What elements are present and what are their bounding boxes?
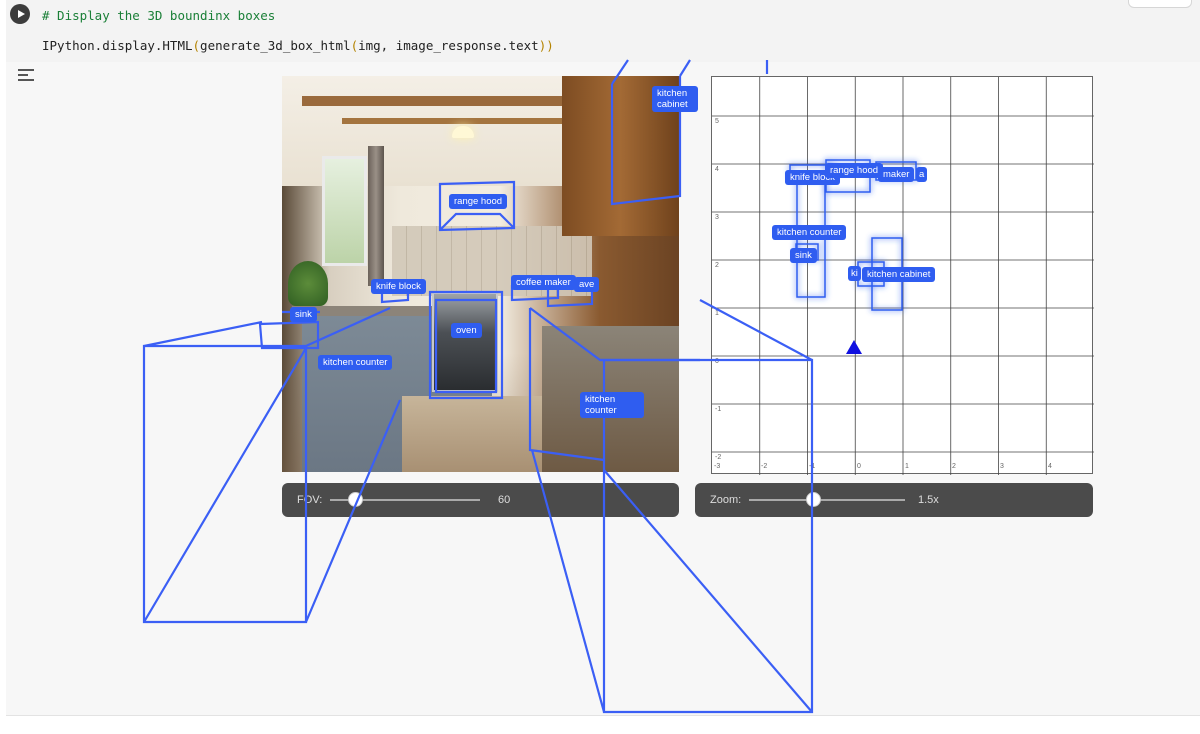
topdown-label-microwave: a (916, 167, 928, 182)
label-microwave: ave (574, 277, 600, 292)
label-knife-block: knife block (371, 279, 426, 294)
y-tick: 2 (715, 262, 719, 269)
label-coffee-maker: coffee maker (511, 275, 576, 290)
topdown-label-sink: sink (790, 248, 817, 263)
code-editor[interactable]: # Display the 3D boundinx boxes IPython.… (6, 0, 1200, 62)
code-paren-close: )) (538, 38, 554, 53)
label-sink: sink (290, 307, 317, 322)
fov-label: FOV: (297, 494, 323, 506)
label-text: kitchen cabinet (657, 88, 688, 110)
code-statement: IPython.display.HTML(generate_3d_box_htm… (42, 38, 554, 53)
y-tick: 1 (715, 310, 719, 317)
label-range-hood: range hood (449, 194, 508, 209)
fov-control-panel: FOV: 60 (282, 483, 679, 517)
zoom-control-panel: Zoom: 1.5x (695, 483, 1093, 517)
y-tick: -2 (715, 454, 722, 461)
y-tick: -1 (715, 406, 722, 413)
fov-slider-thumb[interactable] (348, 492, 363, 507)
zoom-slider-thumb[interactable] (806, 492, 821, 507)
x-tick: 1 (905, 463, 909, 470)
topdown-label-kitchen-cabinet: kitchen cabinet (862, 267, 936, 282)
code-paren-open: ( (192, 38, 201, 53)
zoom-label: Zoom: (710, 494, 742, 506)
topdown-label-ki: ki (848, 266, 861, 281)
output-toggle-icon[interactable] (18, 66, 34, 84)
run-cell-button[interactable] (10, 4, 30, 24)
x-tick: 4 (1048, 463, 1052, 470)
y-tick: 0 (715, 358, 719, 365)
fov-value: 60 (498, 494, 511, 506)
zoom-value: 1.5x (918, 494, 939, 506)
code-comment: # Display the 3D boundinx boxes (42, 8, 276, 23)
code-call-fn: generate_3d_box_html (200, 38, 351, 53)
x-tick: -2 (761, 463, 768, 470)
zoom-slider-track[interactable] (749, 499, 905, 501)
code-call-args: img, image_response.text (358, 38, 539, 53)
x-tick: 2 (952, 463, 956, 470)
label-kitchen-cabinet-top: kitchen cabinet (652, 86, 698, 112)
label-kitchen-counter-left: kitchen counter (318, 355, 393, 370)
x-tick: -3 (714, 463, 721, 470)
y-tick: 5 (715, 118, 719, 125)
cell-toolbar-tab[interactable] (1128, 0, 1192, 8)
x-tick: -1 (809, 463, 816, 470)
topdown-label-range-hood: range hood (825, 163, 884, 178)
label-oven: oven (451, 323, 482, 338)
topdown-label-coffee-maker: maker (878, 167, 915, 182)
y-tick: 3 (715, 214, 719, 221)
code-paren-open-2: ( (350, 38, 359, 53)
topdown-label-kitchen-counter: kitchen counter (772, 225, 847, 240)
x-tick: 0 (857, 463, 861, 470)
y-tick: 4 (715, 166, 719, 173)
label-kitchen-counter-right: kitchen counter (580, 392, 644, 418)
code-call-prefix: IPython.display.HTML (42, 38, 193, 53)
x-tick: 3 (1000, 463, 1004, 470)
